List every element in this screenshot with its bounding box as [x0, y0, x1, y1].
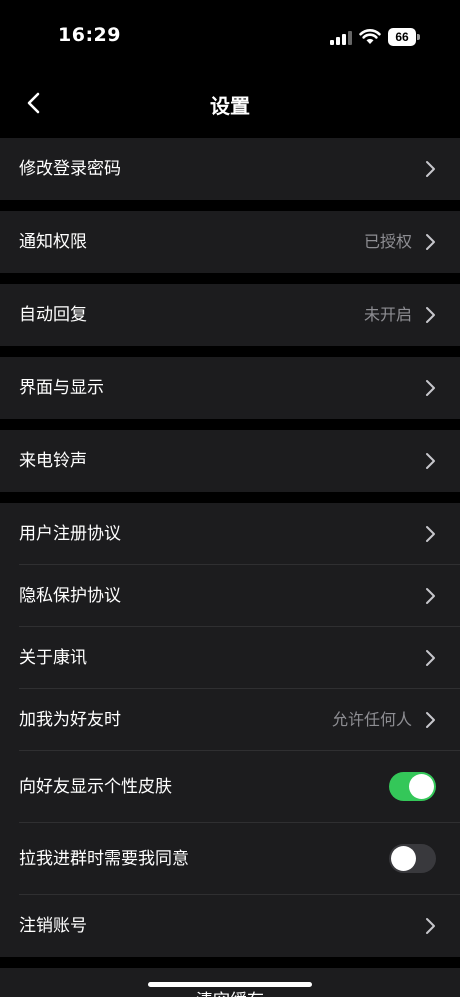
row-label: 注销账号: [19, 916, 87, 936]
row-value: 允许任何人: [331, 710, 412, 729]
chevron-right-icon: [426, 918, 435, 934]
display-row[interactable]: 界面与显示: [0, 357, 460, 419]
ringtone-row[interactable]: 来电铃声: [0, 430, 460, 492]
chevron-right-icon: [426, 588, 435, 604]
status-time: 16:29: [58, 24, 121, 46]
cellular-signal-icon: [330, 31, 352, 45]
friend-request-row[interactable]: 加我为好友时 允许任何人: [0, 689, 460, 751]
home-indicator: [148, 982, 312, 987]
row-value: 未开启: [363, 305, 412, 324]
row-label: 用户注册协议: [19, 524, 121, 544]
chevron-right-icon: [426, 650, 435, 666]
row-label: 加我为好友时: [19, 710, 121, 730]
nav-bar: 设置: [0, 74, 460, 134]
settings-group-ringtone: 来电铃声: [0, 430, 460, 492]
show-skin-toggle[interactable]: [389, 772, 436, 801]
row-label: 界面与显示: [19, 378, 104, 398]
chevron-right-icon: [426, 161, 435, 177]
privacy-policy-row[interactable]: 隐私保护协议: [0, 565, 460, 627]
settings-group-password: 修改登录密码: [0, 138, 460, 200]
row-label: 关于康讯: [19, 648, 87, 668]
row-label: 隐私保护协议: [19, 586, 121, 606]
change-password-row[interactable]: 修改登录密码: [0, 138, 460, 200]
battery-nub: [417, 34, 420, 40]
group-invite-consent-row: 拉我进群时需要我同意: [0, 823, 460, 895]
row-label: 来电铃声: [19, 451, 87, 471]
wifi-icon: [359, 29, 381, 44]
row-label: 向好友显示个性皮肤: [19, 777, 172, 797]
chevron-right-icon: [426, 307, 435, 323]
chevron-right-icon: [426, 526, 435, 542]
row-value: 已授权: [363, 232, 412, 251]
chevron-right-icon: [426, 380, 435, 396]
about-row[interactable]: 关于康讯: [0, 627, 460, 689]
show-skin-row: 向好友显示个性皮肤: [0, 751, 460, 823]
delete-account-row[interactable]: 注销账号: [0, 895, 460, 957]
row-label: 自动回复: [19, 305, 87, 325]
page-title: 设置: [210, 94, 250, 118]
toggle-knob: [409, 774, 434, 799]
settings-group-general: 用户注册协议 隐私保护协议 关于康讯 加我为好友时 允许任何人 向好友显示个性皮…: [0, 503, 460, 957]
settings-group-display: 界面与显示: [0, 357, 460, 419]
battery-icon: 66: [388, 28, 416, 46]
group-invite-consent-toggle[interactable]: [389, 844, 436, 873]
chevron-right-icon: [426, 234, 435, 250]
chevron-right-icon: [426, 453, 435, 469]
user-agreement-row[interactable]: 用户注册协议: [0, 503, 460, 565]
toggle-knob: [391, 846, 416, 871]
notification-permission-row[interactable]: 通知权限 已授权: [0, 211, 460, 273]
settings-group-auto-reply: 自动回复 未开启: [0, 284, 460, 346]
status-bar: 16:29 66: [0, 0, 460, 70]
settings-group-notification: 通知权限 已授权: [0, 211, 460, 273]
row-label: 拉我进群时需要我同意: [19, 849, 189, 869]
clear-cache-label: 清空缓存: [0, 986, 460, 997]
row-label: 修改登录密码: [19, 159, 121, 179]
auto-reply-row[interactable]: 自动回复 未开启: [0, 284, 460, 346]
row-label: 通知权限: [19, 232, 87, 252]
chevron-right-icon: [426, 712, 435, 728]
